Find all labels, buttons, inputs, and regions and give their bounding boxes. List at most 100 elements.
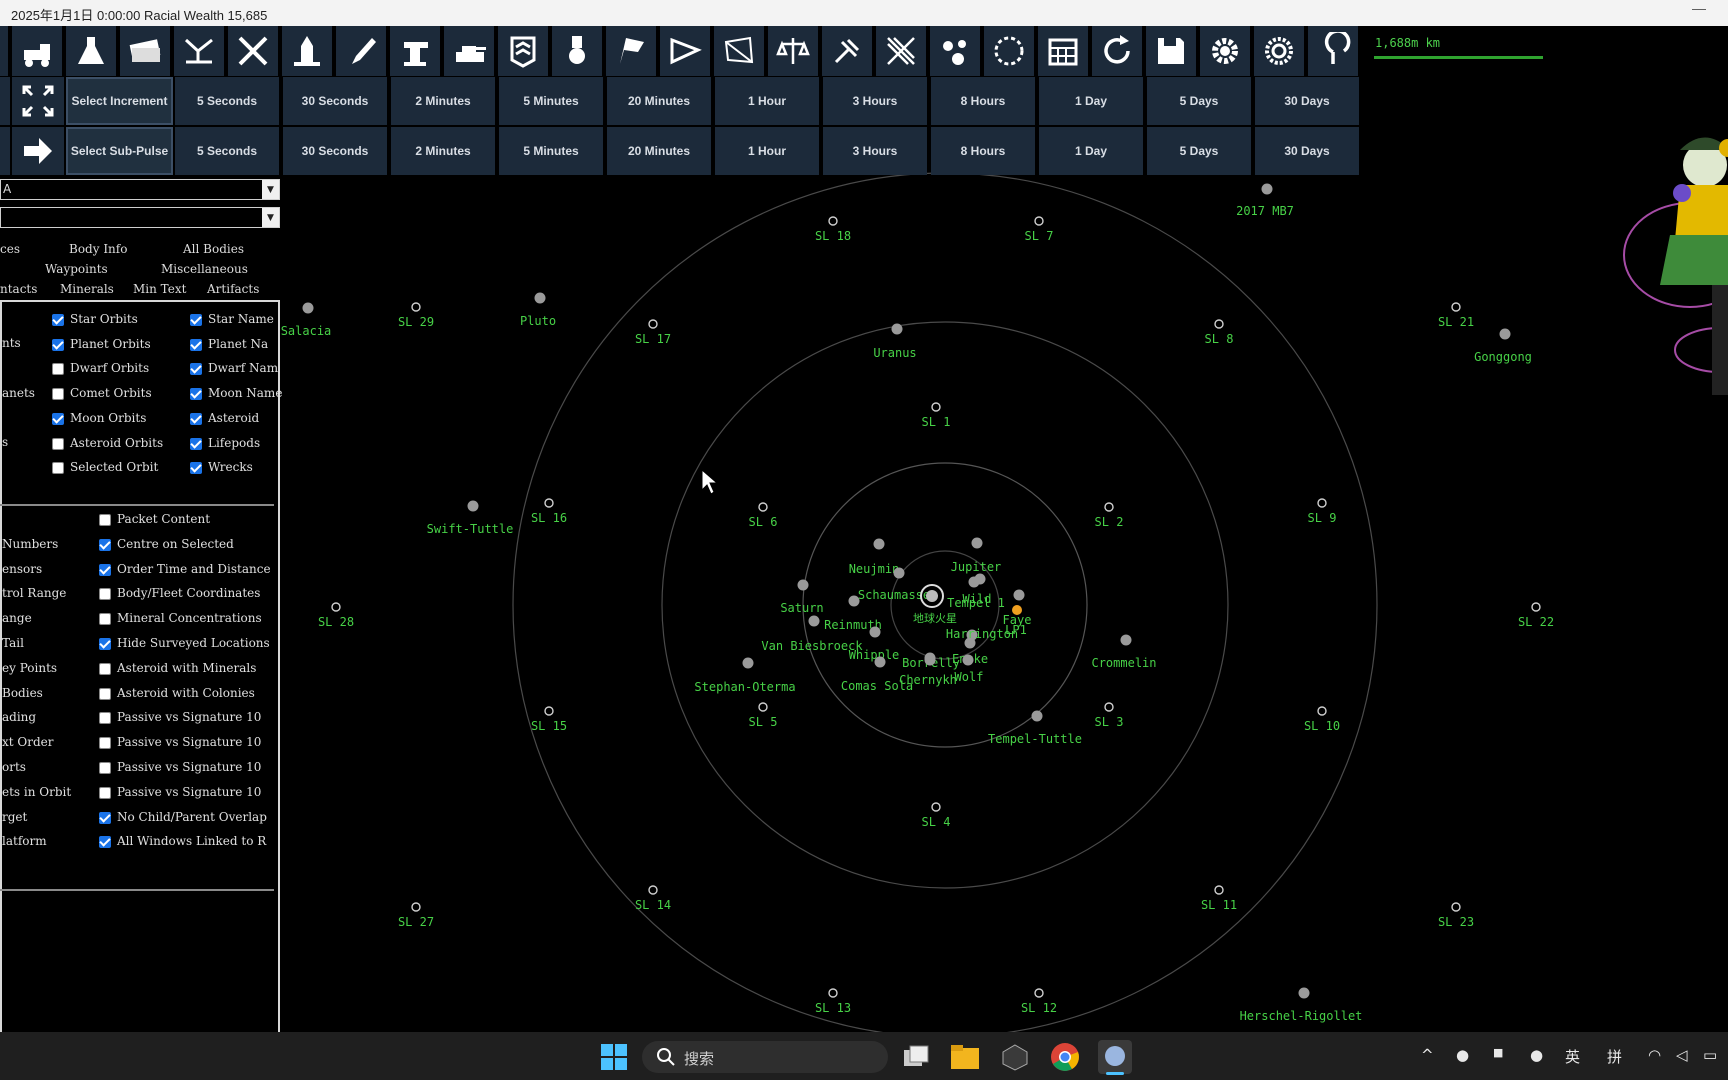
- survey-location-marker[interactable]: [1034, 216, 1044, 226]
- tray-chevron-icon[interactable]: ^: [1421, 1046, 1434, 1064]
- subpulse-5-minutes-button[interactable]: 5 Minutes: [499, 127, 603, 175]
- tab-all-bodies[interactable]: All Bodies: [183, 242, 244, 256]
- option-checkbox[interactable]: [52, 388, 64, 401]
- option-checkbox[interactable]: [190, 462, 202, 475]
- body-marker[interactable]: [893, 567, 905, 579]
- tray-app-icon[interactable]: ■: [1493, 1046, 1503, 1059]
- toolbar-button-connection[interactable]: [174, 26, 224, 76]
- taskbar-search[interactable]: 搜索: [642, 1041, 888, 1073]
- option-checkbox[interactable]: [190, 437, 202, 450]
- survey-location-marker[interactable]: [544, 706, 554, 716]
- toolbar-button-flask[interactable]: [66, 26, 116, 76]
- advance-button[interactable]: [12, 127, 64, 175]
- body-marker[interactable]: [1012, 605, 1022, 615]
- toolbar-button-blank[interactable]: [0, 26, 8, 76]
- body-marker[interactable]: [1013, 589, 1025, 601]
- option-checkbox[interactable]: [190, 363, 202, 376]
- survey-location-marker[interactable]: [331, 602, 341, 612]
- chrome-button[interactable]: [1050, 1042, 1080, 1072]
- subpulse-30-days-button[interactable]: 30 Days: [1255, 127, 1359, 175]
- option-checkbox[interactable]: [99, 786, 111, 799]
- toolbar-button-refresh[interactable]: [1092, 26, 1142, 76]
- option-checkbox[interactable]: [190, 388, 202, 401]
- tab-display[interactable]: ces: [0, 242, 20, 256]
- toolbar-button-launch-pad[interactable]: [282, 26, 332, 76]
- body-marker[interactable]: [467, 500, 479, 512]
- select-subpulse-button[interactable]: Select Sub-Pulse: [66, 127, 173, 175]
- increment-3-hours-button[interactable]: 3 Hours: [823, 77, 927, 125]
- tab-miscellaneous[interactable]: Miscellaneous: [161, 262, 248, 276]
- survey-location-marker[interactable]: [411, 902, 421, 912]
- increment-5-minutes-button[interactable]: 5 Minutes: [499, 77, 603, 125]
- survey-location-marker[interactable]: [1317, 706, 1327, 716]
- option-checkbox[interactable]: [99, 638, 111, 650]
- increment-5-seconds-button[interactable]: 5 Seconds: [175, 77, 279, 125]
- toolbar-button-gear-alt[interactable]: [1254, 26, 1304, 76]
- tab-contacts[interactable]: ntacts: [0, 282, 37, 296]
- system-select[interactable]: A ▼: [0, 179, 280, 200]
- option-checkbox[interactable]: [99, 762, 111, 774]
- toolbar-button-rank[interactable]: [498, 26, 548, 76]
- toolbar-button-satellite[interactable]: [822, 26, 872, 76]
- toolbar-button-grid[interactable]: [876, 26, 926, 76]
- increment-8-hours-button[interactable]: 8 Hours: [931, 77, 1035, 125]
- dropdown-arrow-icon[interactable]: ▼: [262, 180, 279, 199]
- ime-lang-indicator[interactable]: 英: [1565, 1046, 1580, 1067]
- body-marker[interactable]: [962, 654, 974, 666]
- survey-location-marker[interactable]: [1451, 902, 1461, 912]
- option-checkbox[interactable]: [99, 836, 111, 849]
- survey-location-marker[interactable]: [1034, 988, 1044, 998]
- toolbar-button-flag[interactable]: [606, 26, 656, 76]
- option-checkbox[interactable]: [52, 437, 64, 450]
- subpulse-20-minutes-button[interactable]: 20 Minutes: [607, 127, 711, 175]
- increment-1-day-button[interactable]: 1 Day: [1039, 77, 1143, 125]
- option-checkbox[interactable]: [52, 314, 64, 326]
- toolbar-button-brush[interactable]: [336, 26, 386, 76]
- option-checkbox[interactable]: [52, 412, 64, 425]
- toolbar-button-asteroid[interactable]: [930, 26, 980, 76]
- body-marker[interactable]: [1261, 183, 1273, 195]
- survey-location-marker[interactable]: [1214, 319, 1224, 329]
- option-checkbox[interactable]: [99, 737, 111, 750]
- subpulse-2-minutes-button[interactable]: 2 Minutes: [391, 127, 495, 175]
- toolbar-button-crossed-tools[interactable]: [228, 26, 278, 76]
- row-edge-button[interactable]: [0, 127, 10, 175]
- survey-location-marker[interactable]: [648, 885, 658, 895]
- survey-location-marker[interactable]: [648, 319, 658, 329]
- body-marker[interactable]: [924, 654, 936, 666]
- task-view-button[interactable]: [902, 1044, 930, 1070]
- toolbar-button-tank[interactable]: [444, 26, 494, 76]
- increment-20-minutes-button[interactable]: 20 Minutes: [607, 77, 711, 125]
- subpulse-5-seconds-button[interactable]: 5 Seconds: [175, 127, 279, 175]
- body-marker[interactable]: [848, 595, 860, 607]
- option-checkbox[interactable]: [99, 613, 111, 626]
- option-checkbox[interactable]: [190, 314, 202, 326]
- option-checkbox[interactable]: [99, 687, 111, 700]
- toolbar-button-globe[interactable]: [984, 26, 1034, 76]
- option-checkbox[interactable]: [99, 514, 111, 526]
- ime-mode-indicator[interactable]: 拼: [1607, 1046, 1622, 1067]
- dropdown-arrow-icon[interactable]: ▼: [262, 208, 279, 227]
- body-marker[interactable]: [302, 302, 314, 314]
- survey-location-marker[interactable]: [931, 802, 941, 812]
- body-marker[interactable]: [874, 656, 886, 668]
- option-checkbox[interactable]: [190, 412, 202, 425]
- toolbar-button-constellation[interactable]: [714, 26, 764, 76]
- increment-1-hour-button[interactable]: 1 Hour: [715, 77, 819, 125]
- game-app-button[interactable]: [1098, 1040, 1132, 1075]
- tab-body-info[interactable]: Body Info: [69, 242, 127, 256]
- body-marker[interactable]: [869, 626, 881, 638]
- volume-icon[interactable]: ◁: [1676, 1046, 1688, 1064]
- option-checkbox[interactable]: [99, 662, 111, 675]
- body-marker[interactable]: [873, 538, 885, 550]
- option-checkbox[interactable]: [99, 538, 111, 551]
- toolbar-button-save[interactable]: [1146, 26, 1196, 76]
- survey-location-marker[interactable]: [828, 988, 838, 998]
- survey-location-marker[interactable]: [758, 702, 768, 712]
- body-marker[interactable]: [1120, 634, 1132, 646]
- subpulse-8-hours-button[interactable]: 8 Hours: [931, 127, 1035, 175]
- toolbar-button-calendar[interactable]: [1038, 26, 1088, 76]
- increment-30-seconds-button[interactable]: 30 Seconds: [283, 77, 387, 125]
- toolbar-button-spiral[interactable]: [1308, 26, 1358, 76]
- tray-qq-icon[interactable]: ●: [1456, 1046, 1469, 1064]
